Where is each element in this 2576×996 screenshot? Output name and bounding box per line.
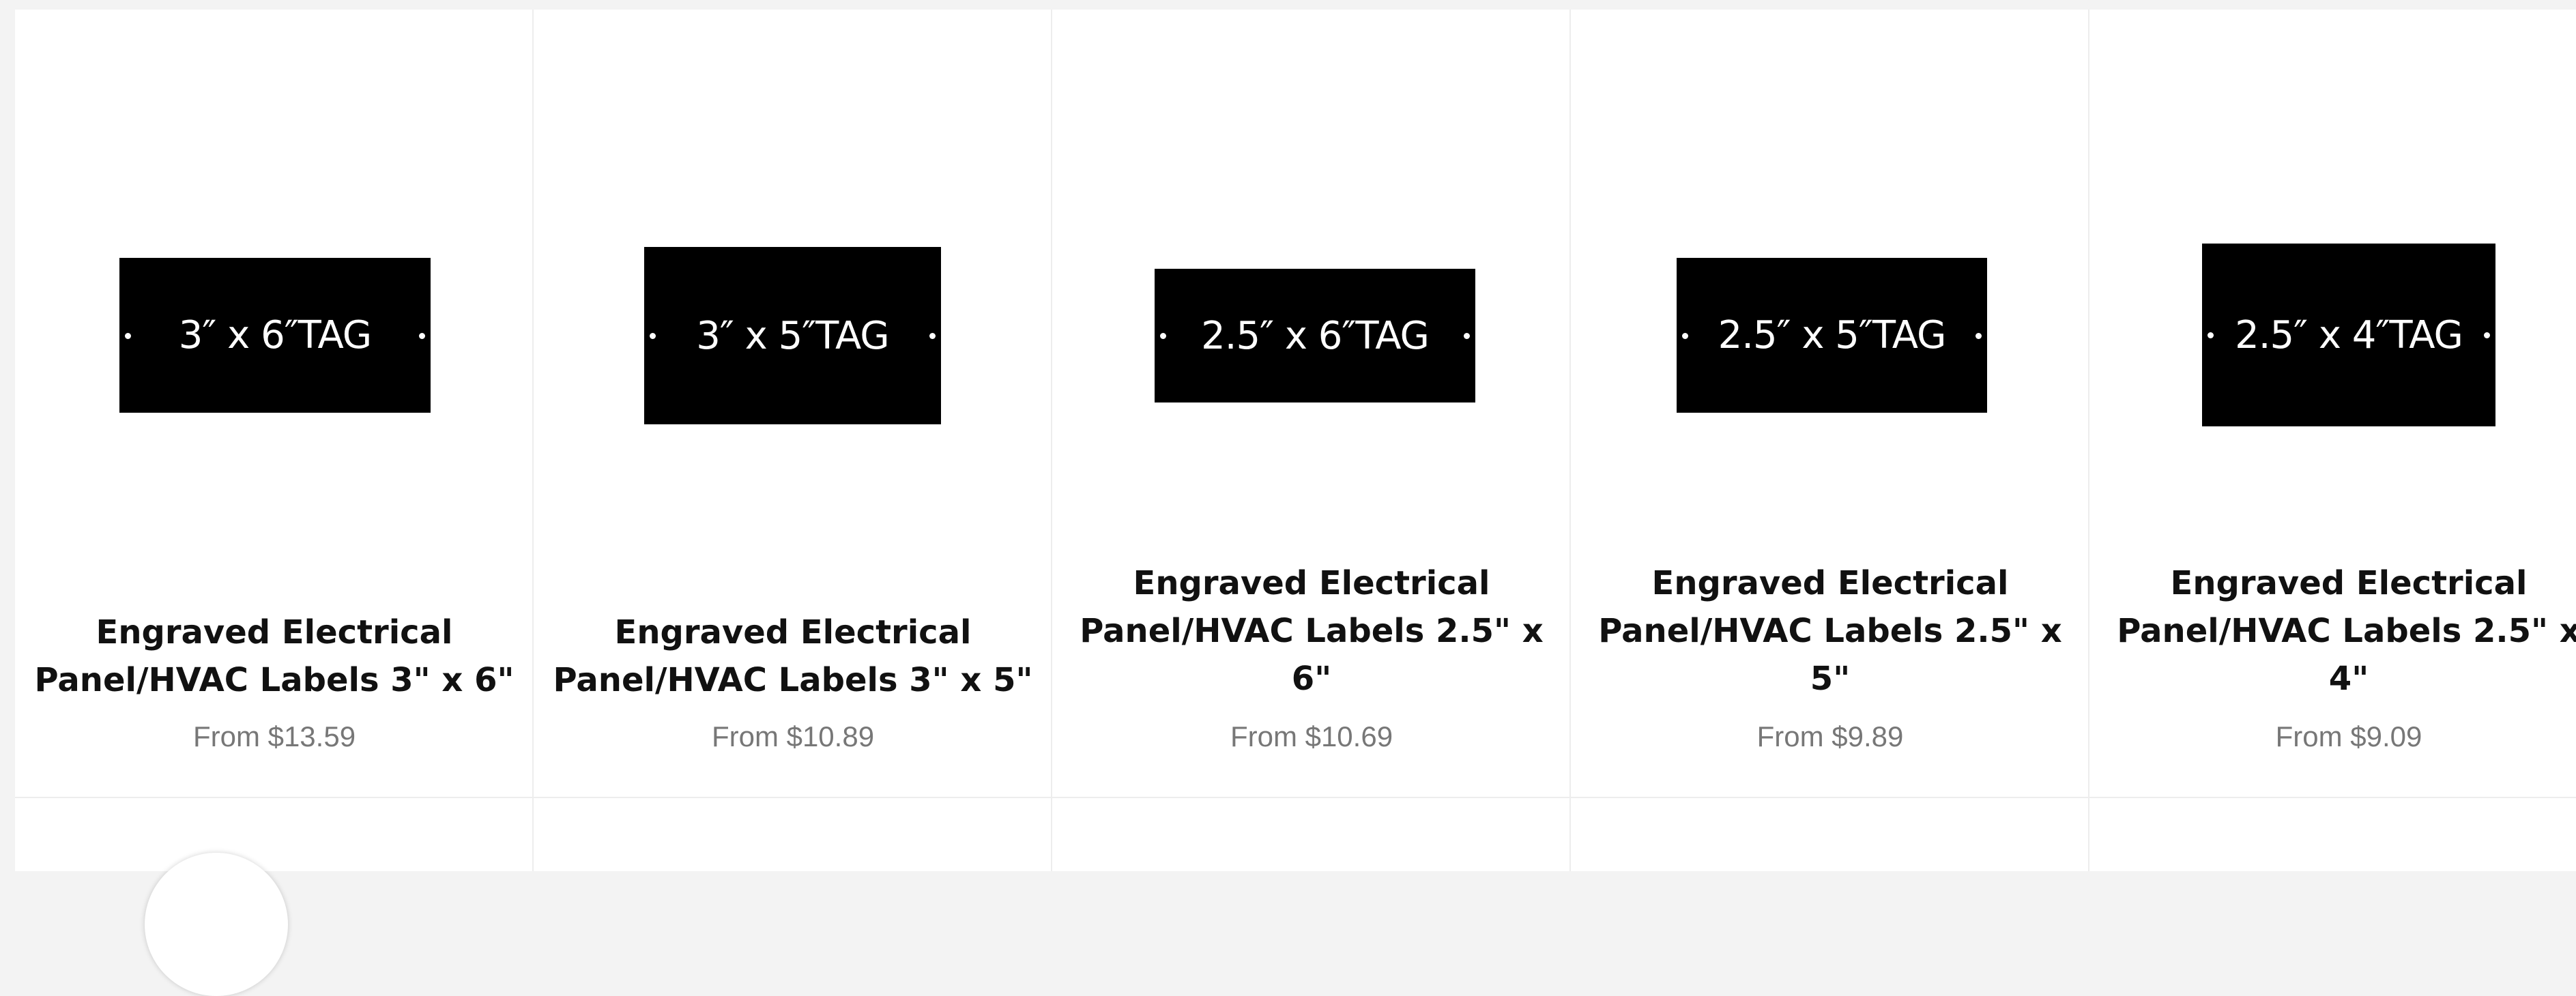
mounting-hole-icon	[1976, 332, 1982, 339]
product-title-line: Engraved Electrical	[2170, 564, 2528, 602]
product-card[interactable]: 3″ x 5″TAG Engraved Electrical Panel/HVA…	[534, 10, 1052, 797]
tag-image-text: 3″ x 5″TAG	[696, 313, 889, 358]
mounting-hole-icon	[1160, 333, 1166, 339]
mounting-hole-icon	[929, 333, 936, 339]
product-title-line: Engraved Electrical	[1133, 564, 1490, 602]
product-title[interactable]: Engraved Electrical Panel/HVAC Labels 2.…	[1571, 559, 2089, 703]
product-title[interactable]: Engraved Electrical Panel/HVAC Labels 2.…	[2089, 559, 2576, 703]
next-row-card[interactable]	[2089, 798, 2576, 871]
product-image[interactable]: 2.5″ x 4″TAG	[2202, 244, 2495, 426]
next-row-card[interactable]	[1052, 798, 1571, 871]
mounting-hole-icon	[125, 332, 131, 339]
product-price: From $9.89	[1756, 720, 1904, 752]
tag-image-text: 2.5″ x 6″TAG	[1201, 313, 1430, 358]
product-title-line: Panel/HVAC Labels 2.5" x	[1598, 612, 2062, 650]
next-row-product-image[interactable]	[145, 853, 288, 996]
tag-image-text: 2.5″ x 5″TAG	[1718, 313, 1947, 357]
product-title-line: Panel/HVAC Labels 3" x 6"	[34, 661, 515, 699]
mounting-hole-icon	[1682, 332, 1688, 339]
product-title-line: Panel/HVAC Labels 2.5" x	[1080, 612, 1544, 650]
next-row-card[interactable]	[534, 798, 1052, 871]
product-title-line: Panel/HVAC Labels 3" x 5"	[553, 661, 1033, 699]
product-title-line: Engraved Electrical	[1651, 564, 2009, 602]
product-price: From $9.09	[2275, 720, 2422, 752]
product-price: From $10.89	[711, 720, 875, 752]
product-price: From $13.59	[192, 720, 356, 752]
product-title[interactable]: Engraved Electrical Panel/HVAC Labels 2.…	[1052, 559, 1571, 703]
product-title-line: 5"	[1810, 660, 1851, 698]
next-row-card[interactable]	[15, 798, 534, 871]
product-price: From $10.69	[1230, 720, 1393, 752]
tag-image-text: 3″ x 6″TAG	[178, 313, 372, 357]
mounting-hole-icon	[2208, 332, 2214, 338]
product-image[interactable]: 2.5″ x 5″TAG	[1677, 258, 1987, 413]
product-card[interactable]: 3″ x 6″TAG Engraved Electrical Panel/HVA…	[15, 10, 534, 797]
product-title-line: Panel/HVAC Labels 2.5" x	[2117, 612, 2576, 650]
product-title-line: Engraved Electrical	[96, 613, 453, 651]
product-title[interactable]: Engraved Electrical Panel/HVAC Labels 3"…	[15, 609, 534, 704]
product-card[interactable]: 2.5″ x 4″TAG Engraved Electrical Panel/H…	[2089, 10, 2576, 797]
next-row-card[interactable]	[1571, 798, 2089, 871]
mounting-hole-icon	[2484, 332, 2490, 338]
product-card[interactable]: 2.5″ x 5″TAG Engraved Electrical Panel/H…	[1571, 10, 2089, 797]
product-title-line: Engraved Electrical	[614, 613, 972, 651]
product-title[interactable]: Engraved Electrical Panel/HVAC Labels 3"…	[534, 609, 1052, 704]
product-image[interactable]: 3″ x 6″TAG	[119, 258, 431, 413]
product-title-line: 6"	[1291, 660, 1332, 698]
product-image[interactable]: 3″ x 5″TAG	[644, 247, 941, 424]
product-title-line: 4"	[2328, 660, 2369, 698]
tag-image-text: 2.5″ x 4″TAG	[2235, 312, 2463, 357]
product-image[interactable]: 2.5″ x 6″TAG	[1155, 269, 1475, 402]
mounting-hole-icon	[1464, 333, 1470, 339]
product-grid: 3″ x 6″TAG Engraved Electrical Panel/HVA…	[15, 10, 2576, 996]
product-card[interactable]: 2.5″ x 6″TAG Engraved Electrical Panel/H…	[1052, 10, 1571, 797]
mounting-hole-icon	[419, 332, 425, 339]
product-grid-page: 3″ x 6″TAG Engraved Electrical Panel/HVA…	[15, 10, 2576, 996]
mounting-hole-icon	[650, 333, 656, 339]
